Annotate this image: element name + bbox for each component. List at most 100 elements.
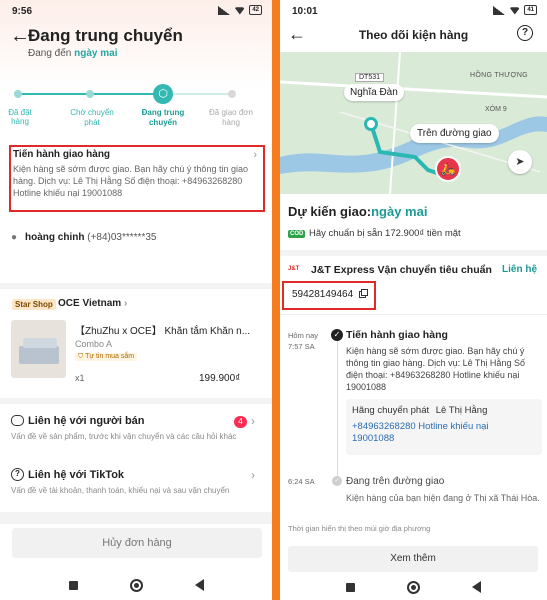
- back-arrow-icon[interactable]: ←: [10, 25, 30, 48]
- home-icon[interactable]: [129, 578, 143, 592]
- step-dot: [228, 90, 236, 98]
- trust-tag: ⛉ Tự tin mua sắm: [75, 353, 138, 361]
- cancel-order-button[interactable]: Hủy đơn hàng: [12, 528, 262, 558]
- signal-icon: [218, 5, 231, 15]
- step-label: Đã giao đơn hàng: [209, 108, 253, 127]
- status-time: 9:56: [12, 6, 33, 17]
- back-icon[interactable]: [472, 581, 481, 593]
- timeline-title: Đang trên đường giao: [346, 476, 445, 487]
- system-nav-bar: [0, 570, 272, 600]
- contact-tiktok-row[interactable]: ? Liên hệ với TikTok › Vấn đề về tài kho…: [0, 466, 272, 504]
- contact-seller-row[interactable]: Liên hệ với người bán 4 › Vấn đề về sản …: [0, 410, 272, 448]
- step-label-active: Đang trung chuyển: [141, 108, 185, 127]
- chevron-right-icon: ›: [251, 468, 255, 482]
- chat-icon: [11, 415, 24, 426]
- courier-scooter-icon: 🛵: [435, 156, 461, 182]
- chevron-right-icon: ›: [123, 298, 128, 309]
- battery-icon: 41: [524, 5, 537, 15]
- courier-name: Lê Thị Hằng: [435, 405, 488, 416]
- map-place: HỒNG THƯỢNG: [470, 72, 528, 79]
- product-image[interactable]: [11, 320, 66, 378]
- chevron-right-icon: ›: [251, 414, 255, 428]
- recents-icon[interactable]: [346, 582, 355, 592]
- cod-badge: COD: [288, 230, 306, 238]
- cod-text: Hãy chuẩn bị sẵn 172.900₫ tiền mặt: [309, 228, 461, 239]
- help-icon[interactable]: ?: [517, 25, 533, 41]
- divider: [0, 398, 272, 404]
- recipient-name: hoàng chinh: [25, 232, 85, 243]
- contact-tiktok-sub: Vấn đề về tài khoản, thanh toán, khiếu n…: [11, 486, 230, 495]
- delivery-update[interactable]: Tiến hành giao hàng › Kiện hàng sẽ sớm đ…: [13, 149, 261, 208]
- timeline-title: Tiến hành giao hàng: [346, 329, 448, 341]
- timeline-date: Hôm nay: [288, 331, 319, 340]
- divider: [280, 314, 547, 315]
- eta-prefix: Dự kiến giao:: [288, 204, 372, 219]
- recents-icon[interactable]: [68, 580, 78, 590]
- product-qty: x1: [75, 373, 85, 383]
- divider: [0, 283, 272, 289]
- trust-tag-text: Tự tin mua sắm: [85, 353, 135, 360]
- courier-card: Hãng chuyển phát Lê Thị Hằng +8496326828…: [346, 399, 542, 455]
- eta-row: Dự kiến giao:ngày mai: [288, 204, 427, 219]
- home-icon[interactable]: [407, 580, 420, 594]
- timeline-text: Kiện hàng sẽ sớm được giao. Bạn hãy chú …: [346, 346, 525, 392]
- product-variant: Combo A: [75, 339, 113, 349]
- timeline-time: 6:24 SA: [288, 477, 315, 486]
- shield-icon: ⛉: [78, 353, 84, 360]
- step-dot: [86, 90, 94, 98]
- update-text: Kiện hàng sẽ sớm được giao. Bạn hãy chú …: [13, 164, 248, 198]
- step-dot: [14, 90, 22, 98]
- timeline-line: [337, 340, 338, 480]
- right-screen: 10:01 41 ← Theo dõi kiện hàng ? DT531 Ng…: [280, 0, 547, 600]
- courier-phone-link[interactable]: +84963268280 Hotline khiếu nại 19001088: [352, 421, 532, 445]
- page-subtitle: Đang đến ngày mai: [28, 48, 118, 59]
- contact-tiktok-title: Liên hệ với TikTok: [28, 469, 125, 481]
- map-place: XÓM 9: [485, 106, 507, 113]
- chevron-right-icon: ›: [253, 149, 257, 161]
- wifi-icon: [509, 7, 521, 15]
- back-icon[interactable]: [194, 579, 204, 591]
- status-bar: 10:01 41: [280, 0, 547, 22]
- courier-row: Hãng chuyển phát Lê Thị Hằng: [352, 405, 487, 416]
- timeline-text: Kiện hàng của bạn hiện đang ở Thị xã Thá…: [346, 493, 540, 503]
- divider: [0, 512, 272, 524]
- help-icon: ?: [11, 468, 24, 481]
- my-location-icon[interactable]: ➤: [508, 150, 532, 174]
- system-nav-bar: [280, 574, 547, 600]
- product-price: 199.900₫: [199, 373, 241, 384]
- subtitle-prefix: Đang đến: [28, 48, 72, 59]
- status-bar: 9:56 42: [0, 0, 272, 22]
- origin-label: Nghĩa Đàn: [344, 84, 404, 101]
- recipient-phone: (+84)03******35: [87, 232, 157, 243]
- tracking-number: 59428149464: [292, 289, 354, 300]
- contact-carrier-link[interactable]: Liên hệ: [502, 264, 537, 275]
- subtitle-highlight: ngày mai: [74, 48, 118, 59]
- box-icon: ⬡: [153, 84, 173, 104]
- eta-value: ngày mai: [371, 204, 428, 219]
- page-title: Theo dõi kiện hàng: [358, 28, 469, 42]
- status-time: 10:01: [292, 6, 318, 17]
- update-title: Tiến hành giao hàng: [13, 149, 111, 160]
- contact-seller-sub: Vấn đề về sản phẩm, trước khi vận chuyển…: [11, 432, 237, 441]
- carrier-name: J&T Express Vận chuyển tiêu chuẩn: [311, 264, 492, 276]
- location-pin-icon: [364, 117, 378, 131]
- page-title: Đang trung chuyển: [28, 26, 183, 45]
- contact-seller-title: Liên hệ với người bán: [28, 415, 145, 427]
- address-row: hoàng chinh (+84)03******35: [25, 232, 156, 243]
- battery-icon: 42: [249, 5, 262, 15]
- courier-bubble: Trên đường giao: [410, 124, 499, 143]
- star-shop-badge: Star Shop: [12, 299, 56, 310]
- timezone-note: Thời gian hiển thị theo múi giờ địa phươ…: [288, 524, 431, 533]
- see-more-button[interactable]: Xem thêm: [288, 546, 538, 572]
- product-title[interactable]: 【ZhuZhu x OCE】 Khăn tắm Khăn n...: [75, 322, 265, 337]
- unread-badge: 4: [234, 416, 247, 428]
- tracking-map[interactable]: DT531 Nghĩa Đàn HỒNG THƯỢNG XÓM 9 Trên đ…: [280, 52, 547, 194]
- road-label: DT531: [355, 73, 385, 82]
- divider: [280, 250, 547, 256]
- copy-icon[interactable]: [359, 289, 369, 299]
- courier-label: Hãng chuyển phát: [352, 405, 430, 416]
- location-pin-icon: ●: [11, 232, 18, 243]
- check-icon: ✓: [332, 476, 342, 486]
- shop-name-text: OCE Vietnam: [58, 298, 122, 309]
- shop-name[interactable]: OCE Vietnam ›: [58, 298, 127, 309]
